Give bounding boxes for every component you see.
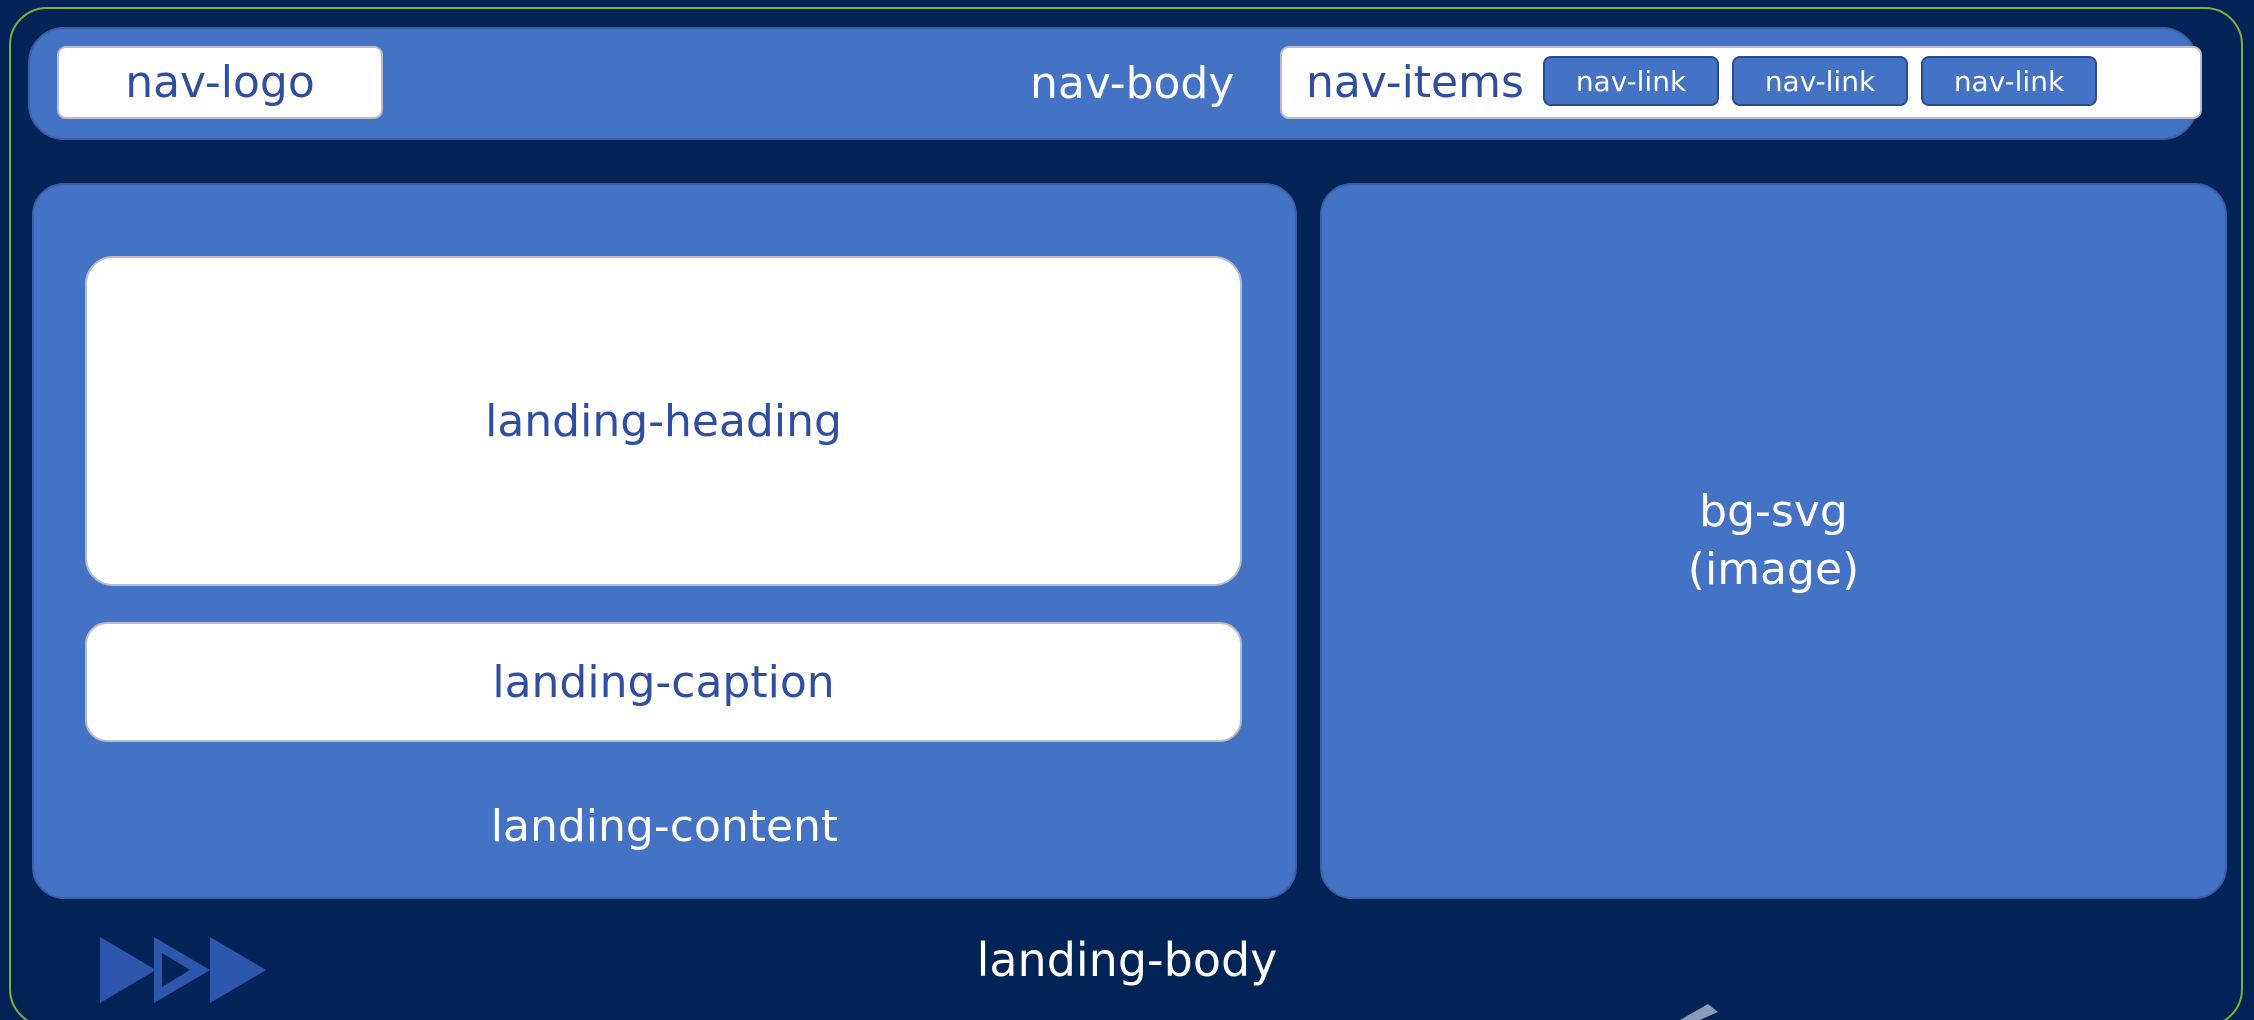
bg-svg-sublabel: (image) xyxy=(1687,544,1860,595)
nav-items-label: nav-items xyxy=(1306,57,1524,108)
nav-link-label: nav-link xyxy=(1953,64,2065,98)
landing-heading-box: landing-heading xyxy=(85,256,1242,586)
landing-body-label: landing-body xyxy=(976,933,1278,987)
landing-content-label: landing-content xyxy=(490,801,839,852)
nav-link-label: nav-link xyxy=(1575,64,1687,98)
triple-play-arrows-icon xyxy=(100,937,266,1003)
nav-logo-box: nav-logo xyxy=(57,46,383,119)
nav-logo-label: nav-logo xyxy=(125,57,315,108)
nav-link-2: nav-link xyxy=(1732,56,1908,106)
nav-link-1: nav-link xyxy=(1543,56,1719,106)
nav-body-label: nav-body xyxy=(1030,58,1235,109)
diagram-canvas: nav-logo nav-body nav-items nav-link nav… xyxy=(0,0,2254,1020)
bg-svg-box: bg-svg (image) xyxy=(1320,183,2227,899)
bg-svg-label: bg-svg xyxy=(1699,486,1848,537)
nav-link-label: nav-link xyxy=(1764,64,1876,98)
nav-link-3: nav-link xyxy=(1921,56,2097,106)
partial-shape-icon xyxy=(1680,1004,1718,1020)
landing-caption-label: landing-caption xyxy=(492,656,835,708)
landing-caption-box: landing-caption xyxy=(85,622,1242,742)
landing-heading-label: landing-heading xyxy=(485,395,842,447)
